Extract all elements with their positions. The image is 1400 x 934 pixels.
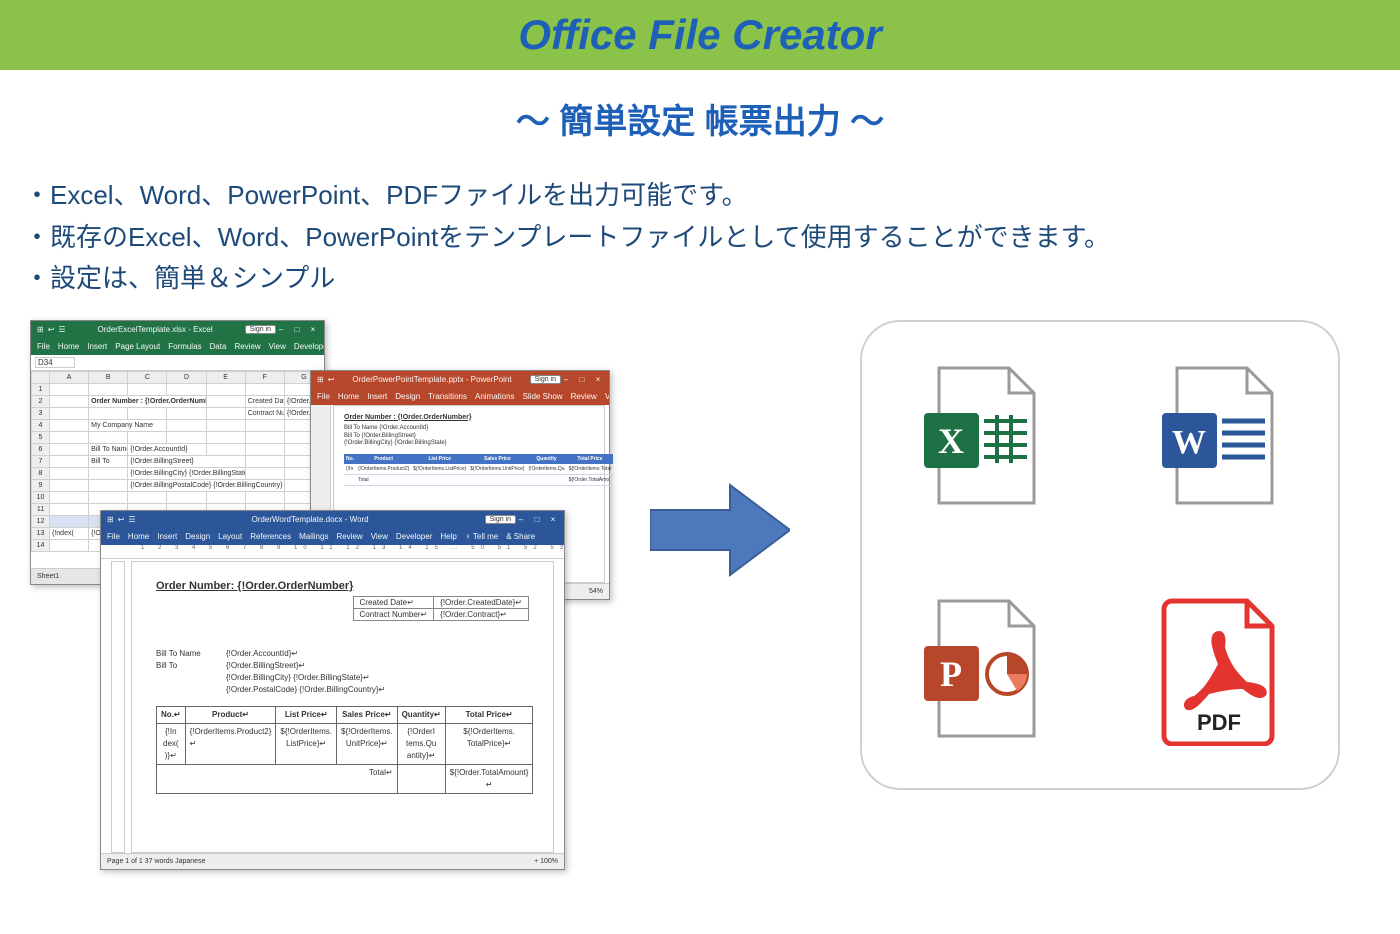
word-statusbar: Page 1 of 1 37 words Japanese+ 100% [101, 853, 564, 869]
maximize-icon[interactable]: □ [532, 515, 542, 524]
close-icon[interactable]: × [593, 375, 603, 384]
word-vruler [111, 561, 125, 853]
excel-titlebar: ⊞↩☰ OrderExcelTemplate.xlsx - Excel Sign… [31, 321, 324, 339]
minimize-icon[interactable]: – [516, 515, 526, 524]
bullet-item: ・Excel、Word、PowerPoint、PDFファイルを出力可能です。 [24, 175, 1400, 217]
maximize-icon[interactable]: □ [577, 375, 587, 384]
subtitle: ～ 簡単設定 帳票出力 ～ [0, 94, 1400, 143]
powerpoint-file-icon: P [919, 596, 1044, 746]
header-band: Office File Creator [0, 0, 1400, 70]
excel-namebox[interactable]: D34 [31, 355, 324, 371]
word-items-table: No.↵Product↵List Price↵Sales Price↵Quant… [156, 706, 533, 794]
minimize-icon[interactable]: – [276, 325, 286, 334]
ppt-titlebar: ⊞↩ OrderPowerPointTemplate.pptx - PowerP… [311, 371, 609, 389]
signin-button[interactable]: Sign in [530, 375, 561, 384]
word-ruler: 1 2 3 4 5 6 7 8 9 10 11 12 13 14 15 … 50… [101, 545, 564, 559]
word-file-icon: W [1157, 363, 1282, 513]
excel-title: OrderExcelTemplate.xlsx - Excel [66, 325, 245, 334]
app-title: Office File Creator [518, 11, 881, 59]
word-title: OrderWordTemplate.docx - Word [136, 515, 485, 524]
close-icon[interactable]: × [548, 515, 558, 524]
close-icon[interactable]: × [308, 325, 318, 334]
svg-text:P: P [940, 654, 962, 694]
bullet-item: ・設定は、簡単＆シンプル [24, 258, 1400, 300]
ppt-table: No.ProductList PriceSales PriceQuantityT… [344, 454, 613, 486]
svg-text:X: X [938, 421, 964, 461]
word-meta-table: Created Date↵{!Order.CreatedDate}↵ Contr… [353, 596, 529, 621]
bullet-item: ・既存のExcel、Word、PowerPointをテンプレートファイルとして使… [24, 217, 1400, 259]
bullet-list: ・Excel、Word、PowerPoint、PDFファイルを出力可能です。 ・… [24, 175, 1400, 300]
maximize-icon[interactable]: □ [292, 325, 302, 334]
signin-button[interactable]: Sign in [245, 325, 276, 334]
pdf-label: PDF [1157, 710, 1282, 736]
signin-button[interactable]: Sign in [485, 515, 516, 524]
word-page: Order Number: {!Order.OrderNumber} Creat… [131, 561, 554, 853]
minimize-icon[interactable]: – [561, 375, 571, 384]
pdf-file-icon: PDF [1157, 596, 1282, 746]
svg-text:W: W [1172, 424, 1206, 461]
word-window: ⊞↩☰ OrderWordTemplate.docx - Word Sign i… [100, 510, 565, 870]
arrow-icon [650, 480, 790, 580]
word-ribbon[interactable]: FileHomeInsertDesignLayoutReferencesMail… [101, 529, 564, 545]
output-card: X W [860, 320, 1340, 790]
content-row: ⊞↩☰ OrderExcelTemplate.xlsx - Excel Sign… [0, 320, 1400, 920]
excel-file-icon: X [919, 363, 1044, 513]
ppt-title: OrderPowerPointTemplate.pptx - PowerPoin… [334, 375, 529, 384]
excel-ribbon[interactable]: FileHomeInsertPage LayoutFormulasDataRev… [31, 339, 324, 355]
word-titlebar: ⊞↩☰ OrderWordTemplate.docx - Word Sign i… [101, 511, 564, 529]
ppt-ribbon[interactable]: FileHomeInsertDesignTransitionsAnimation… [311, 389, 609, 405]
